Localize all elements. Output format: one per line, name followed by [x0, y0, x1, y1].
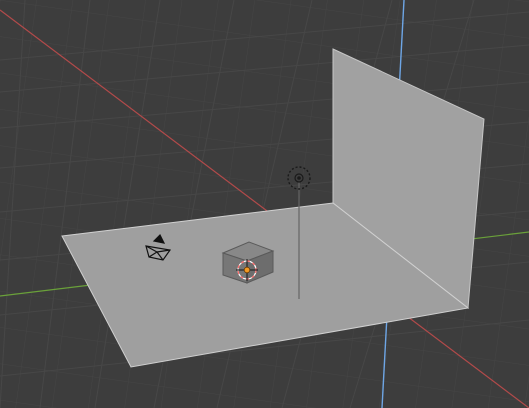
scene-canvas[interactable] — [0, 0, 529, 408]
3d-viewport[interactable] — [0, 0, 529, 408]
